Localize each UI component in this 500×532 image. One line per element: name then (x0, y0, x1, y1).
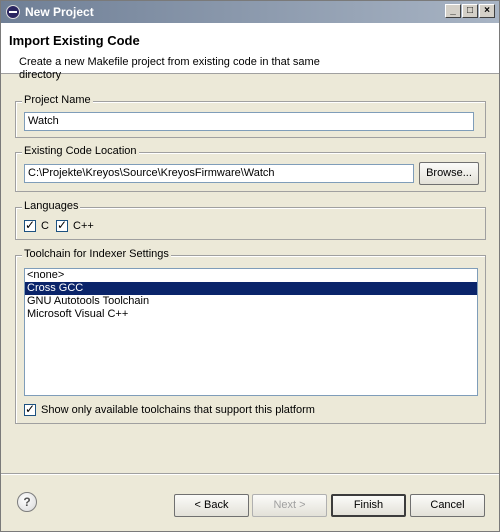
new-project-dialog: New Project _ □ × Import Existing Code C… (0, 0, 500, 532)
project-name-input[interactable]: Watch (24, 112, 474, 131)
next-button[interactable]: Next > (252, 494, 327, 517)
filter-toolchains-label: Show only available toolchains that supp… (41, 404, 315, 416)
close-icon[interactable]: × (479, 4, 495, 18)
minimize-icon[interactable]: _ (445, 4, 461, 18)
title-bar[interactable]: New Project _ □ × (1, 1, 499, 23)
back-button[interactable]: < Back (174, 494, 249, 517)
toolchain-item-none[interactable]: <none> (25, 269, 477, 282)
toolchain-label: Toolchain for Indexer Settings (22, 248, 171, 260)
toolchain-group: Toolchain for Indexer Settings <none> Cr… (15, 248, 486, 424)
finish-button[interactable]: Finish (331, 494, 406, 517)
cancel-button[interactable]: Cancel (410, 494, 485, 517)
languages-label: Languages (22, 200, 81, 212)
project-name-group: Project Name Watch (15, 94, 486, 138)
language-c-checkbox[interactable] (24, 218, 36, 232)
maximize-icon[interactable]: □ (462, 4, 478, 18)
language-cpp-checkbox[interactable] (56, 218, 68, 232)
toolchain-list[interactable]: <none> Cross GCC GNU Autotools Toolchain… (24, 268, 478, 396)
window-title: New Project (25, 5, 94, 19)
page-title: Import Existing Code (9, 33, 140, 48)
filter-toolchains-checkbox[interactable] (24, 402, 36, 416)
code-location-group: Existing Code Location C:\Projekte\Kreyo… (15, 145, 486, 192)
toolchain-item-cross-gcc[interactable]: Cross GCC (25, 282, 477, 295)
wizard-header: Import Existing Code Create a new Makefi… (1, 23, 499, 81)
page-description: Create a new Makefile project from exist… (19, 56, 320, 81)
browse-button[interactable]: Browse... (419, 162, 479, 185)
eclipse-icon (6, 5, 20, 19)
code-location-input[interactable]: C:\Projekte\Kreyos\Source\KreyosFirmware… (24, 164, 414, 183)
help-icon[interactable]: ? (17, 492, 37, 512)
languages-group: Languages C C++ (15, 200, 486, 240)
language-cpp-label: C++ (73, 220, 94, 232)
toolchain-item-gnu-autotools[interactable]: GNU Autotools Toolchain (25, 295, 477, 308)
code-location-label: Existing Code Location (22, 145, 139, 157)
footer-separator (1, 473, 499, 475)
toolchain-item-msvc[interactable]: Microsoft Visual C++ (25, 308, 477, 321)
project-name-label: Project Name (22, 94, 93, 106)
language-c-label: C (41, 220, 49, 232)
